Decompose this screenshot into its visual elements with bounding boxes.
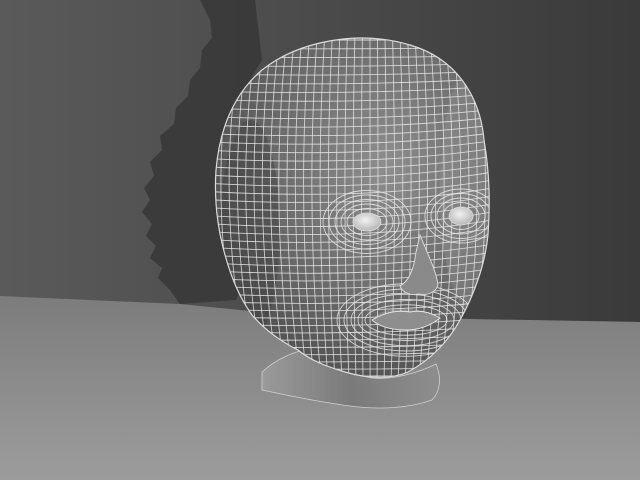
right-eye (448, 206, 474, 226)
left-eye (352, 212, 382, 232)
render-viewport (0, 0, 640, 480)
